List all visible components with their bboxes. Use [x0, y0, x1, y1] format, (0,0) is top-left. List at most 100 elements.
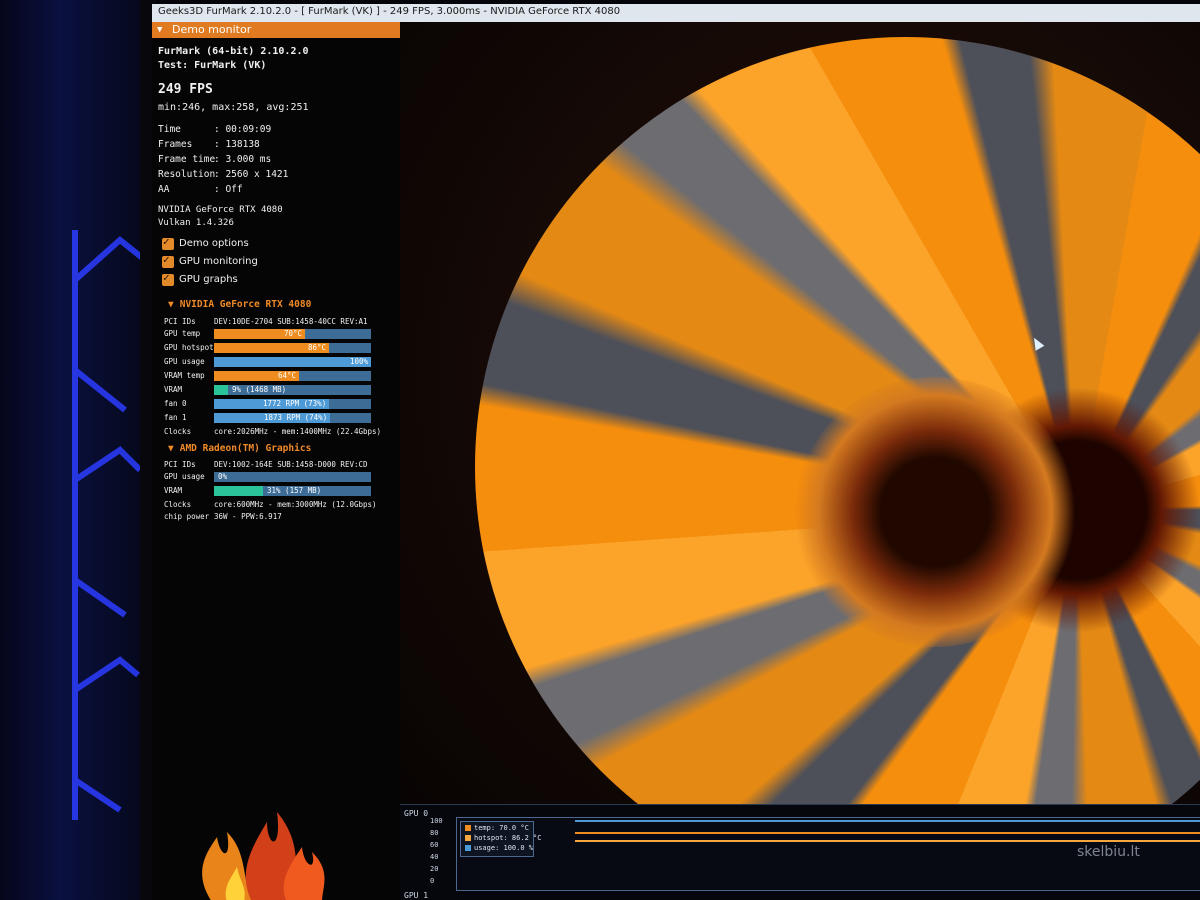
gpu-graph-panel: GPU 0 100 80 60 40 20 0 skelbiu.lt temp:…: [400, 804, 1200, 900]
watermark: skelbiu.lt: [1077, 844, 1140, 860]
gpu1-vram-label: VRAM: [164, 486, 183, 495]
stat-value: : 138138: [214, 139, 260, 150]
gpu0-section-header[interactable]: ▼ NVIDIA GeForce RTX 4080: [168, 299, 311, 310]
collapse-triangle-icon[interactable]: ▼: [168, 299, 174, 310]
stat-value: : 2560 x 1421: [214, 169, 289, 180]
usage-series-line: [575, 820, 1200, 822]
gpu1-graph-title: GPU 1: [404, 891, 429, 900]
gpu1-vram-bar: 31% (157 MB): [214, 486, 371, 496]
gpu1-title: AMD Radeon(TM) Graphics: [179, 443, 312, 454]
gpu0-fan1-label: fan 1: [164, 413, 187, 422]
stat-key: Time: [158, 124, 181, 135]
demo-options-checkbox[interactable]: [162, 235, 174, 250]
y-tick-label: 0: [430, 877, 435, 885]
demo-monitor-title: Demo monitor: [172, 23, 252, 36]
legend-label: temp: 70.0 °C: [474, 824, 529, 832]
y-tick-label: 80: [430, 829, 439, 837]
bar-fill: [214, 357, 371, 367]
gpu0-hotspot-bar: 86°C: [214, 343, 371, 353]
bar-text: 9% (1468 MB): [232, 385, 287, 394]
gpu-monitoring-checkbox[interactable]: [162, 253, 174, 268]
legend-item: hotspot: 86.2 °C: [465, 834, 541, 842]
stat-key: Frame time: [158, 154, 216, 165]
gpu1-clocks-label: Clocks: [164, 500, 192, 509]
bar-text: 1873 RPM (74%): [264, 413, 328, 422]
graphics-api: Vulkan 1.4.326: [158, 218, 234, 228]
gpu0-title: NVIDIA GeForce RTX 4080: [179, 299, 312, 310]
pc-case-background: [0, 0, 150, 900]
test-name: Test: FurMark (VK): [158, 60, 267, 71]
bar-text: 100%: [350, 357, 369, 366]
stat-value: : Off: [214, 184, 243, 195]
fps-stats: min:246, max:258, avg:251: [158, 102, 309, 113]
legend-swatch: [465, 825, 471, 831]
gpu0-vram-bar: 9% (1468 MB): [214, 385, 371, 395]
gpu0-clocks-value: core:2026MHz - mem:1400MHz (22.4Gbps): [214, 427, 382, 436]
stat-key: Frames: [158, 139, 193, 150]
bar-text: 86°C: [308, 343, 327, 352]
legend-label: hotspot: 86.2 °C: [474, 834, 542, 842]
stat-key: AA: [158, 184, 170, 195]
demo-monitor-panel: ▼ Demo monitor FurMark (64-bit) 2.10.2.0…: [152, 22, 400, 900]
stat-value: : 3.000 ms: [214, 154, 272, 165]
bar-text: 64°C: [278, 371, 297, 380]
gpu1-clocks-value: core:600MHz - mem:3000MHz (12.0Gbps): [214, 500, 377, 509]
legend-label: usage: 100.0 %: [474, 844, 534, 852]
window-titlebar[interactable]: Geeks3D FurMark 2.10.2.0 - [ FurMark (VK…: [152, 4, 1200, 23]
demo-options-label[interactable]: Demo options: [179, 238, 249, 249]
bar-text: 1772 RPM (73%): [263, 399, 327, 408]
legend-swatch: [465, 845, 471, 851]
gpu1-pci-label: PCI IDs: [164, 460, 196, 469]
gpu0-usage-bar: 100%: [214, 357, 371, 367]
furmark-render-viewport: [400, 22, 1200, 900]
collapse-triangle-icon[interactable]: ▼: [157, 25, 162, 35]
gpu0-vram-label: VRAM: [164, 385, 183, 394]
gpu0-hotspot-label: GPU hotspot: [164, 343, 214, 352]
gpu1-usage-label: GPU usage: [164, 472, 205, 481]
graph-legend: temp: 70.0 °C hotspot: 86.2 °C usage: 10…: [460, 821, 541, 857]
collapse-triangle-icon[interactable]: ▼: [168, 443, 174, 454]
gpu1-section-header[interactable]: ▼ AMD Radeon(TM) Graphics: [168, 443, 311, 454]
legend-item: usage: 100.0 %: [465, 844, 533, 852]
stat-key: Resolution: [158, 169, 216, 180]
fps-readout: 249 FPS: [158, 82, 213, 97]
y-tick-label: 60: [430, 841, 439, 849]
gpu0-fan0-label: fan 0: [164, 399, 187, 408]
gpu0-vram-temp-bar: 64°C: [214, 371, 371, 381]
gpu-monitoring-label[interactable]: GPU monitoring: [179, 256, 258, 267]
bar-text: 0%: [218, 472, 228, 481]
y-tick-label: 100: [430, 817, 443, 825]
gpu1-usage-bar: 0%: [214, 472, 371, 482]
gpu1-pci-value: DEV:1002-164E SUB:1458-D000 REV:CD: [214, 460, 368, 469]
gpu1-power-label: chip power: [164, 512, 210, 521]
hotspot-series-line: [575, 840, 1200, 842]
stat-value: : 00:09:09: [214, 124, 272, 135]
furmark-flame-logo-icon: [202, 812, 325, 900]
monitor-screen: Geeks3D FurMark 2.10.2.0 - [ FurMark (VK…: [152, 4, 1200, 900]
hexagon-neon-light: [72, 230, 147, 820]
gpu0-fan0-bar: 1772 RPM (73%): [214, 399, 371, 409]
gpu1-power-value: 36W - PPW:6.917: [214, 512, 282, 521]
legend-item: temp: 70.0 °C: [465, 824, 529, 832]
gpu0-fan1-bar: 1873 RPM (74%): [214, 413, 371, 423]
donut-hole: [795, 377, 1075, 647]
bar-text: 70°C: [284, 329, 303, 338]
gpu0-temp-label: GPU temp: [164, 329, 201, 338]
gpu0-pci-value: DEV:10DE-2704 SUB:1458-40CC REV:A1: [214, 317, 368, 326]
gpu0-temp-bar: 70°C: [214, 329, 371, 339]
gpu0-graph-title: GPU 0: [404, 809, 429, 818]
gpu0-graph-plot: skelbiu.lt: [456, 817, 1200, 891]
app-version: FurMark (64-bit) 2.10.2.0: [158, 46, 309, 57]
gpu0-vram-temp-label: VRAM temp: [164, 371, 205, 380]
gpu0-clocks-label: Clocks: [164, 427, 192, 436]
legend-swatch: [465, 835, 471, 841]
bar-text: 31% (157 MB): [267, 486, 322, 495]
gpu-name: NVIDIA GeForce RTX 4080: [158, 205, 283, 215]
gpu0-pci-label: PCI IDs: [164, 317, 196, 326]
y-tick-label: 40: [430, 853, 439, 861]
y-tick-label: 20: [430, 865, 439, 873]
demo-monitor-header[interactable]: ▼ Demo monitor: [152, 22, 400, 38]
gpu-graphs-label[interactable]: GPU graphs: [179, 274, 238, 285]
gpu0-usage-label: GPU usage: [164, 357, 205, 366]
gpu-graphs-checkbox[interactable]: [162, 271, 174, 286]
